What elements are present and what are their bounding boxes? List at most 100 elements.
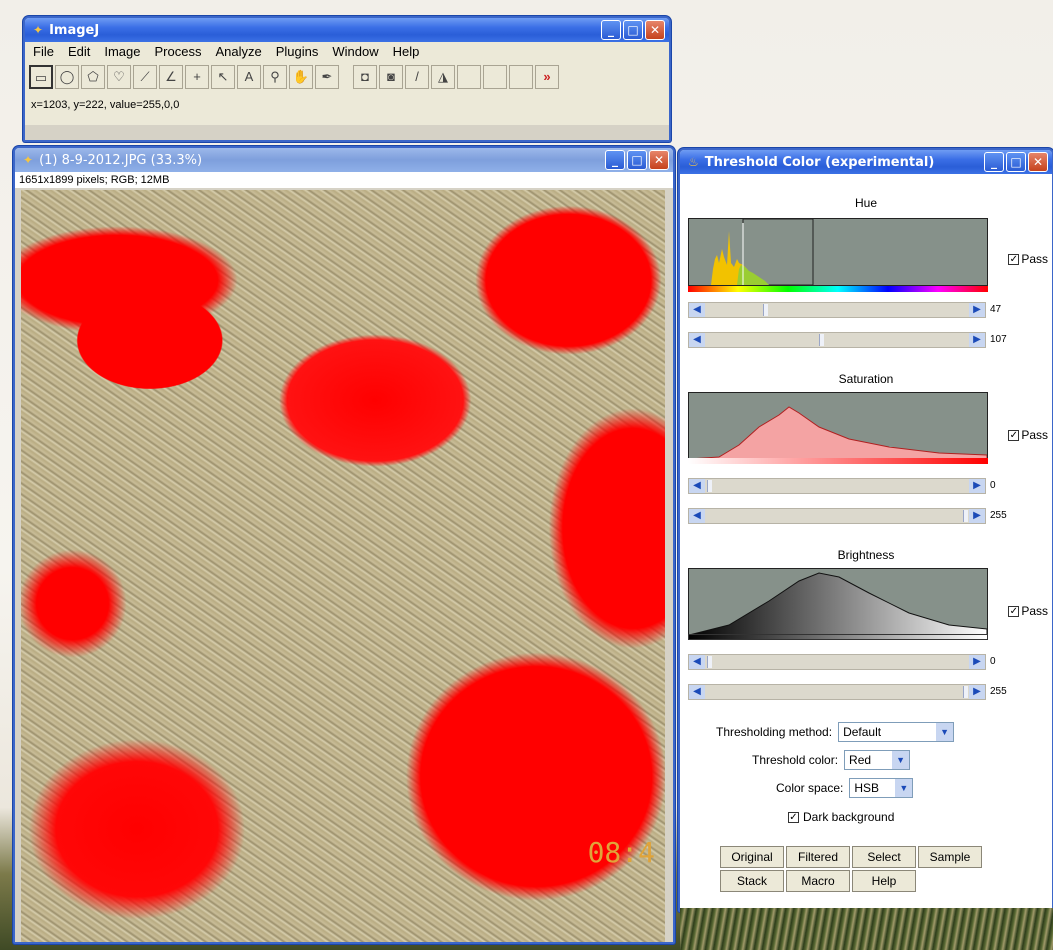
maximize-button[interactable]: □ [627,150,647,170]
brush-tool-icon[interactable]: / [405,65,429,89]
threshold-titlebar[interactable]: ♨ Threshold Color (experimental) _ □ ✕ [680,150,1052,174]
freehand-tool-icon[interactable]: ♡ [107,65,131,89]
arrow-left-icon[interactable]: ◀ [689,509,705,523]
close-button[interactable]: ✕ [1028,152,1048,172]
arrow-left-icon[interactable]: ◀ [689,303,705,317]
imagej-titlebar[interactable]: ✦ ImageJ _ □ ✕ [25,18,669,42]
empty-tool-slot[interactable] [509,65,533,89]
status-bar: x=1203, y=222, value=255,0,0 [25,93,669,125]
desktop-wallpaper-grass [680,908,1053,950]
hand-tool-icon[interactable]: ✋ [289,65,313,89]
hue-pass-checkbox[interactable]: ✓ Pass [1008,252,1048,266]
polygon-tool-icon[interactable]: ⬠ [81,65,105,89]
brightness-colorbar [688,634,988,640]
original-button[interactable]: Original [720,846,784,868]
slider-thumb[interactable] [763,304,768,316]
dark-background-checkbox[interactable]: ✓ Dark background [788,810,894,824]
arrow-right-icon[interactable]: ▶ [969,303,985,317]
chevron-down-icon[interactable]: ▼ [936,723,954,741]
magnifier-tool-icon[interactable]: ⚲ [263,65,287,89]
hue-max-value: 107 [990,334,1007,345]
line-tool-icon[interactable]: ⟋ [133,65,157,89]
saturation-min-slider[interactable]: ◀ ▶ [688,478,986,494]
arrow-right-icon[interactable]: ▶ [969,479,985,493]
arrow-right-icon[interactable]: ▶ [969,685,985,699]
brightness-pass-checkbox[interactable]: ✓ Pass [1008,604,1048,618]
slider-thumb[interactable] [707,656,712,668]
minimize-button[interactable]: _ [601,20,621,40]
close-button[interactable]: ✕ [649,150,669,170]
hue-histogram [688,218,988,286]
saturation-pass-checkbox[interactable]: ✓ Pass [1008,428,1048,442]
menu-analyze[interactable]: Analyze [215,44,261,59]
slider-thumb[interactable] [963,686,968,698]
menu-file[interactable]: File [33,44,54,59]
saturation-colorbar [688,458,988,464]
saturation-min-value: 0 [990,480,996,491]
space-row: Color space: HSB ▼ [776,778,914,798]
menu-edit[interactable]: Edit [68,44,90,59]
minimize-button[interactable]: _ [984,152,1004,172]
filtered-button[interactable]: Filtered [786,846,850,868]
saturation-max-slider[interactable]: ◀ ▶ [688,508,986,524]
oval-tool-icon[interactable]: ◯ [55,65,79,89]
angle-tool-icon[interactable]: ∠ [159,65,183,89]
menu-help[interactable]: Help [393,44,420,59]
image-window: ✦ (1) 8-9-2012.JPG (33.3%) _ □ ✕ 1651x18… [13,146,675,944]
dev-tool-icon[interactable]: ◘ [353,65,377,89]
arrow-left-icon[interactable]: ◀ [689,685,705,699]
empty-tool-slot[interactable] [457,65,481,89]
dropper-tool-icon[interactable]: ✒ [315,65,339,89]
microscope-icon: ✦ [33,23,44,37]
arrow-right-icon[interactable]: ▶ [969,509,985,523]
menu-process[interactable]: Process [155,44,202,59]
image-titlebar[interactable]: ✦ (1) 8-9-2012.JPG (33.3%) _ □ ✕ [15,148,673,172]
image-title: (1) 8-9-2012.JPG (33.3%) [39,152,203,168]
point-tool-icon[interactable]: + [185,65,209,89]
sample-button[interactable]: Sample [918,846,982,868]
brightness-max-slider[interactable]: ◀ ▶ [688,684,986,700]
slider-thumb[interactable] [963,510,968,522]
minimize-button[interactable]: _ [605,150,625,170]
close-button[interactable]: ✕ [645,20,665,40]
macro-button[interactable]: Macro [786,870,850,892]
color-select[interactable]: Red ▼ [844,750,911,770]
maximize-button[interactable]: □ [623,20,643,40]
menu-plugins[interactable]: Plugins [276,44,319,59]
menu-window[interactable]: Window [332,44,378,59]
brightness-max-value: 255 [990,686,1007,697]
slider-thumb[interactable] [819,334,824,346]
wand-tool-icon[interactable]: ↖ [211,65,235,89]
slider-thumb[interactable] [707,480,712,492]
space-select[interactable]: HSB ▼ [849,778,914,798]
text-tool-icon[interactable]: A [237,65,261,89]
rectangle-tool-icon[interactable]: ▭ [29,65,53,89]
empty-tool-slot[interactable] [483,65,507,89]
chevron-down-icon[interactable]: ▼ [895,779,913,797]
arrow-left-icon[interactable]: ◀ [689,655,705,669]
space-label: Color space: [776,781,844,795]
more-tools-icon[interactable]: » [535,65,559,89]
image-canvas[interactable]: 08:4 [21,190,665,942]
menubar: File Edit Image Process Analyze Plugins … [25,42,669,61]
stack-button[interactable]: Stack [720,870,784,892]
hue-min-slider[interactable]: ◀ ▶ [688,302,986,318]
imagej-title: ImageJ [49,22,100,38]
stack-tool-icon[interactable]: ◙ [379,65,403,89]
arrow-left-icon[interactable]: ◀ [689,333,705,347]
saturation-max-value: 255 [990,510,1007,521]
menu-image[interactable]: Image [104,44,140,59]
arrow-right-icon[interactable]: ▶ [969,333,985,347]
arrow-right-icon[interactable]: ▶ [969,655,985,669]
chevron-down-icon[interactable]: ▼ [892,751,910,769]
checkbox-checked-icon: ✓ [1008,429,1020,441]
arrow-left-icon[interactable]: ◀ [689,479,705,493]
method-select[interactable]: Default ▼ [838,722,955,742]
maximize-button[interactable]: □ [1006,152,1026,172]
select-button[interactable]: Select [852,846,916,868]
brightness-min-slider[interactable]: ◀ ▶ [688,654,986,670]
threshold-title: Threshold Color (experimental) [704,154,935,170]
help-button[interactable]: Help [852,870,916,892]
hue-max-slider[interactable]: ◀ ▶ [688,332,986,348]
flood-fill-tool-icon[interactable]: ◮ [431,65,455,89]
